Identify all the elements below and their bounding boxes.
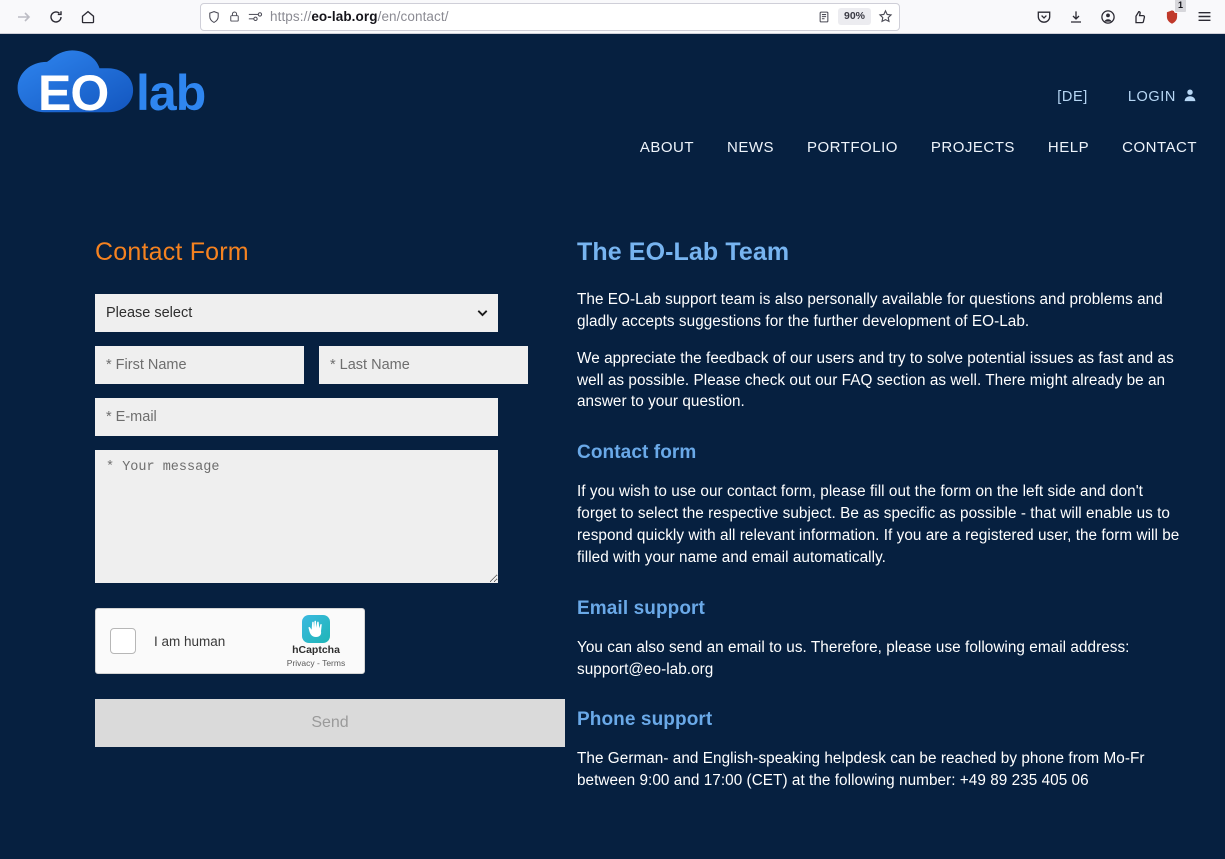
- account-icon[interactable]: [1093, 3, 1123, 31]
- hcaptcha-privacy-terms[interactable]: Privacy - Terms: [280, 658, 352, 668]
- nav-item-about[interactable]: ABOUT: [640, 139, 694, 156]
- hcaptcha-branding: hCaptcha Privacy - Terms: [280, 614, 352, 668]
- nav-item-contact[interactable]: CONTACT: [1122, 139, 1197, 156]
- tracker-count-badge: 1: [1173, 0, 1187, 13]
- home-icon[interactable]: [72, 3, 104, 31]
- email-support-text: You can also send an email to us. Theref…: [577, 638, 1130, 678]
- phone-support-text: The German- and English-speaking helpdes…: [577, 750, 1145, 790]
- page-content: EO lab [DE] LOGIN ABOUT NEWS PORTFOLIO P…: [0, 34, 1225, 859]
- nav-item-news[interactable]: NEWS: [727, 139, 774, 156]
- hcaptcha-checkbox[interactable]: [110, 628, 136, 654]
- back-arrow-icon[interactable]: [8, 3, 40, 31]
- subject-select[interactable]: Please select: [95, 294, 498, 332]
- browser-actions: 1: [1029, 0, 1219, 31]
- hcaptcha-hand-icon: [301, 614, 331, 644]
- reader-view-icon[interactable]: [817, 10, 831, 24]
- site-header: EO lab [DE] LOGIN ABOUT NEWS PORTFOLIO P…: [0, 34, 1225, 182]
- main-content: Contact Form Please select I am human: [0, 182, 1225, 807]
- login-link[interactable]: LOGIN: [1128, 88, 1197, 106]
- message-textarea[interactable]: [95, 450, 498, 583]
- main-nav: ABOUT NEWS PORTFOLIO PROJECTS HELP CONTA…: [640, 139, 1197, 156]
- hcaptcha-widget[interactable]: I am human hCaptcha Privacy - Terms: [95, 608, 365, 674]
- download-icon[interactable]: [1061, 3, 1091, 31]
- nav-item-projects[interactable]: PROJECTS: [931, 139, 1015, 156]
- contact-form-heading: Contact form: [577, 442, 697, 464]
- hcaptcha-brand-label: hCaptcha: [292, 644, 340, 657]
- email-support-heading: Email support: [577, 597, 705, 619]
- eo-lab-logo[interactable]: EO lab: [8, 46, 233, 130]
- browser-toolbar: https://eo-lab.org/en/contact/ 90% 1: [0, 0, 1225, 34]
- zoom-level-badge[interactable]: 90%: [837, 8, 871, 25]
- send-button[interactable]: Send: [95, 699, 565, 747]
- utility-nav: [DE] LOGIN: [1057, 88, 1197, 106]
- shield-badge-icon[interactable]: 1: [1157, 0, 1187, 31]
- user-icon: [1183, 88, 1197, 106]
- last-name-input[interactable]: [319, 346, 528, 384]
- email-row: [95, 398, 498, 436]
- nav-item-portfolio[interactable]: PORTFOLIO: [807, 139, 898, 156]
- team-info-column: The EO-Lab Team The EO-Lab support team …: [540, 182, 1180, 807]
- language-switch[interactable]: [DE]: [1057, 89, 1088, 105]
- extensions-icon[interactable]: [1125, 3, 1155, 31]
- team-feedback-text: We appreciate the feedback of our users …: [577, 349, 1174, 411]
- name-row: [95, 346, 528, 384]
- nav-item-help[interactable]: HELP: [1048, 139, 1089, 156]
- lock-icon[interactable]: [228, 10, 241, 23]
- team-title: The EO-Lab Team: [577, 238, 790, 266]
- phone-support-heading: Phone support: [577, 709, 713, 731]
- svg-text:EO: EO: [38, 65, 108, 121]
- svg-text:lab: lab: [136, 65, 205, 121]
- hamburger-menu-icon[interactable]: [1189, 3, 1219, 31]
- url-text: https://eo-lab.org/en/contact/: [270, 9, 449, 24]
- page-title: Contact Form: [95, 238, 249, 266]
- contact-form-text: If you wish to use our contact form, ple…: [577, 483, 1180, 566]
- email-input[interactable]: [95, 398, 498, 436]
- hcaptcha-label: I am human: [154, 633, 226, 649]
- team-intro-text: The EO-Lab support team is also personal…: [577, 291, 1163, 330]
- pocket-icon[interactable]: [1029, 3, 1059, 31]
- contact-form-column: Contact Form Please select I am human: [28, 182, 565, 807]
- login-label: LOGIN: [1127, 89, 1176, 105]
- shield-icon[interactable]: [207, 10, 221, 24]
- reload-icon[interactable]: [40, 3, 72, 31]
- first-name-input[interactable]: [95, 346, 304, 384]
- subject-select-wrapper: Please select: [95, 294, 498, 332]
- permissions-icon[interactable]: [248, 10, 263, 23]
- url-bar[interactable]: https://eo-lab.org/en/contact/ 90%: [200, 2, 900, 31]
- star-icon[interactable]: [878, 9, 893, 24]
